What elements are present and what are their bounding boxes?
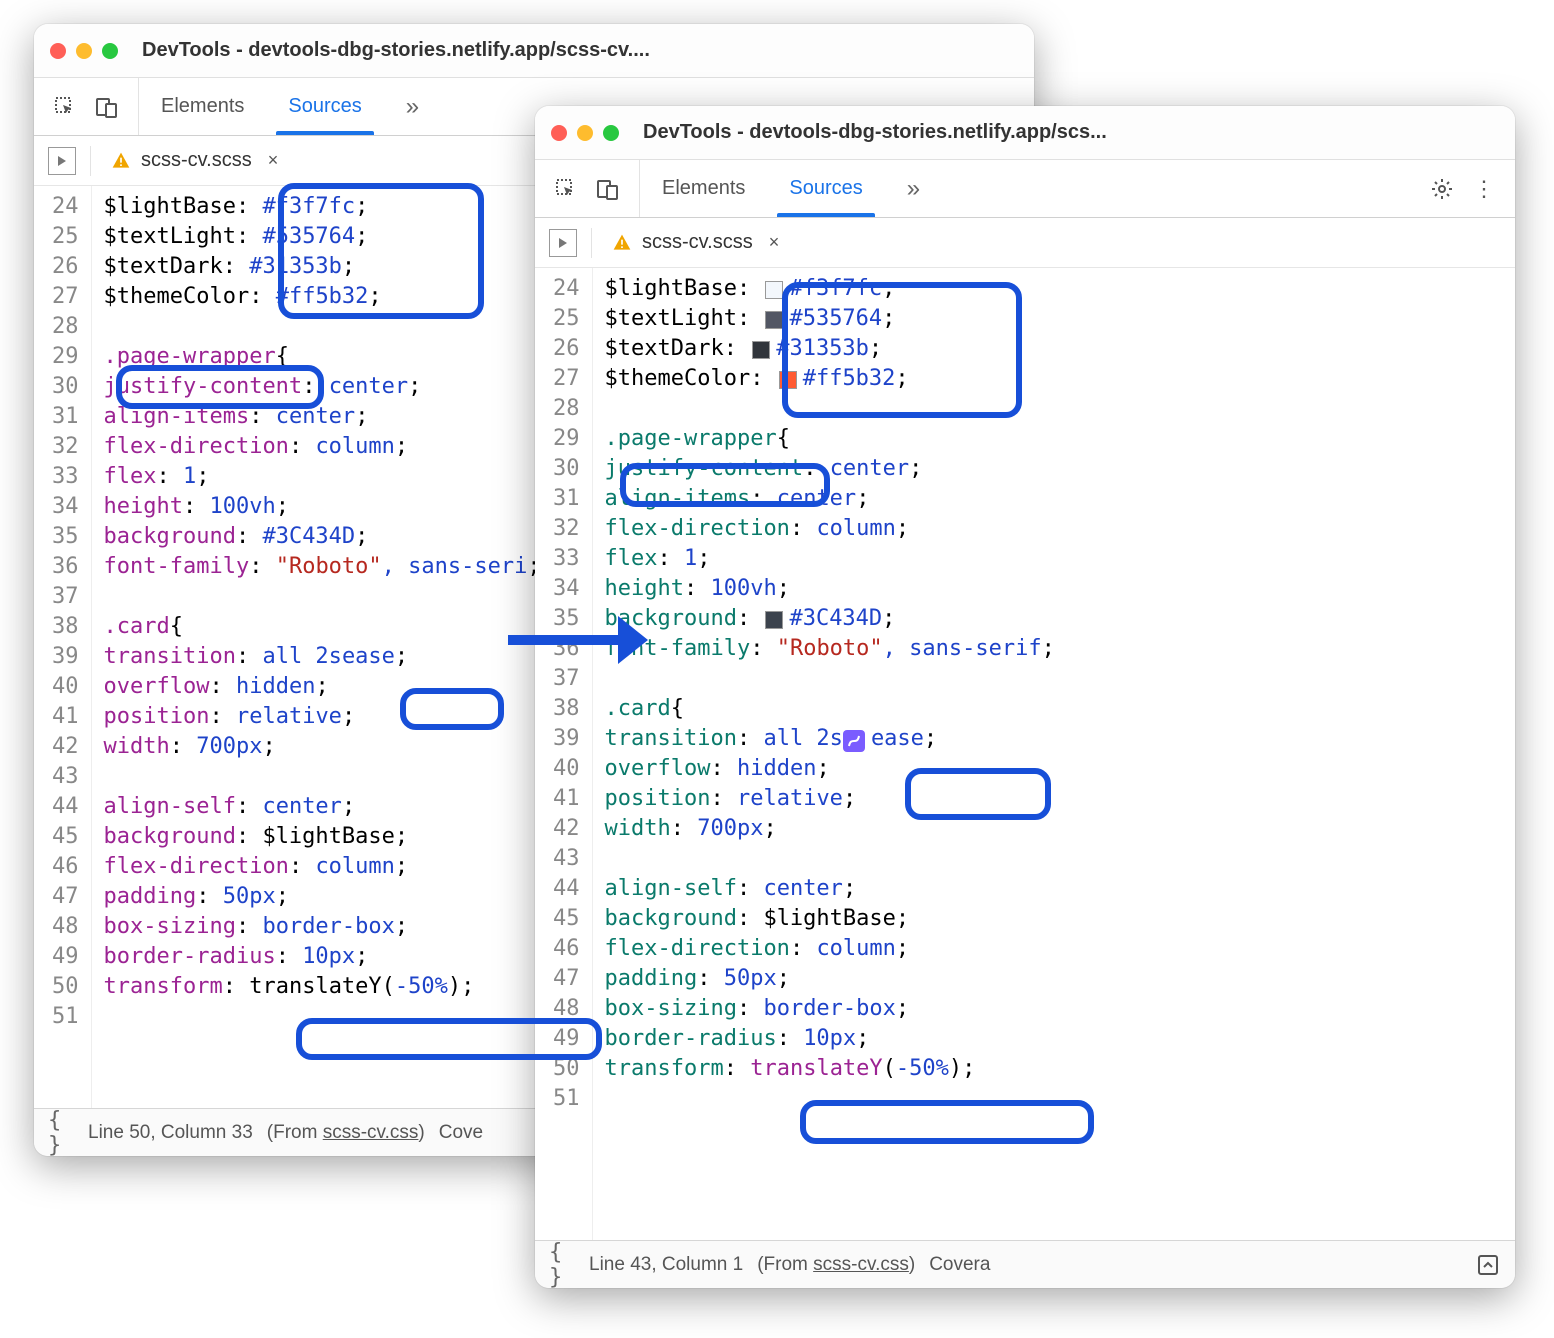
comparison-arrow-icon	[508, 625, 648, 655]
chevron-right-icon: »	[406, 93, 419, 121]
source-from: (From scss-cv.css)	[757, 1254, 915, 1276]
minimize-window-button[interactable]	[577, 125, 593, 141]
titlebar: DevTools - devtools-dbg-stories.netlify.…	[535, 106, 1515, 160]
chevron-right-icon: »	[907, 175, 920, 203]
tab-sources[interactable]: Sources	[266, 78, 383, 135]
tab-sources[interactable]: Sources	[767, 160, 884, 217]
cursor-position: Line 50, Column 33	[88, 1122, 253, 1144]
code-line[interactable]	[605, 1084, 1504, 1114]
code-line[interactable]: font-family: "Roboto", sans-serif;	[605, 634, 1504, 664]
pretty-print-icon[interactable]: { }	[549, 1252, 575, 1278]
device-toolbar-icon[interactable]	[595, 176, 621, 202]
code-line[interactable]: overflow: hidden;	[605, 754, 1504, 784]
line-gutter: 2425262728293031323334353637383940414243…	[34, 186, 92, 1108]
file-tab-scss-cv[interactable]: scss-cv.scss ×	[606, 227, 785, 258]
code-line[interactable]: $textLight: #535764;	[605, 304, 1504, 334]
main-toolbar: Elements Sources » ⋮	[535, 160, 1515, 218]
code-line[interactable]: align-items: center;	[605, 484, 1504, 514]
code-area[interactable]: $lightBase: #f3f7fc;$textLight: #535764;…	[593, 268, 1516, 1240]
code-line[interactable]	[605, 664, 1504, 694]
tab-more[interactable]: »	[384, 78, 441, 135]
sourcemap-link[interactable]: scss-cv.css	[813, 1254, 909, 1275]
window-title: DevTools - devtools-dbg-stories.netlify.…	[142, 39, 1018, 62]
warning-icon	[111, 151, 131, 171]
code-line[interactable]: transform: translateY(-50%);	[605, 1054, 1504, 1084]
close-tab-icon[interactable]: ×	[769, 232, 780, 253]
code-line[interactable]	[605, 394, 1504, 424]
devtools-window-right: DevTools - devtools-dbg-stories.netlify.…	[535, 106, 1515, 1288]
code-line[interactable]: height: 100vh;	[605, 574, 1504, 604]
tab-more[interactable]: »	[885, 160, 942, 217]
minimize-window-button[interactable]	[76, 43, 92, 59]
toggle-navigator-icon[interactable]	[48, 147, 76, 175]
code-line[interactable]: box-sizing: border-box;	[605, 994, 1504, 1024]
code-line[interactable]	[605, 844, 1504, 874]
statusbar: { } Line 43, Column 1 (From scss-cv.css)…	[535, 1240, 1515, 1288]
warning-icon	[612, 233, 632, 253]
maximize-window-button[interactable]	[102, 43, 118, 59]
code-line[interactable]: transition: all 2s ease;	[605, 724, 1504, 754]
tab-elements[interactable]: Elements	[640, 160, 767, 217]
code-line[interactable]: background: #3C434D;	[605, 604, 1504, 634]
close-window-button[interactable]	[551, 125, 567, 141]
settings-gear-icon[interactable]	[1429, 176, 1455, 202]
code-line[interactable]: $lightBase: #f3f7fc;	[605, 274, 1504, 304]
titlebar: DevTools - devtools-dbg-stories.netlify.…	[34, 24, 1034, 78]
code-line[interactable]: $themeColor: #ff5b32;	[605, 364, 1504, 394]
device-toolbar-icon[interactable]	[94, 94, 120, 120]
kebab-menu-icon[interactable]: ⋮	[1471, 176, 1497, 202]
close-tab-icon[interactable]: ×	[268, 150, 279, 171]
file-tab-scss-cv[interactable]: scss-cv.scss ×	[105, 145, 284, 176]
toggle-navigator-icon[interactable]	[549, 229, 577, 257]
code-line[interactable]: align-self: center;	[605, 874, 1504, 904]
code-line[interactable]: border-radius: 10px;	[605, 1024, 1504, 1054]
code-line[interactable]: $textDark: #31353b;	[605, 334, 1504, 364]
code-line[interactable]: width: 700px;	[605, 814, 1504, 844]
code-line[interactable]: background: $lightBase;	[605, 904, 1504, 934]
line-gutter: 2425262728293031323334353637383940414243…	[535, 268, 593, 1240]
code-line[interactable]: justify-content: center;	[605, 454, 1504, 484]
traffic-lights	[551, 125, 619, 141]
sourcemap-link[interactable]: scss-cv.css	[323, 1122, 419, 1143]
pretty-print-icon[interactable]: { }	[48, 1120, 74, 1146]
code-line[interactable]: position: relative;	[605, 784, 1504, 814]
code-editor[interactable]: 2425262728293031323334353637383940414243…	[535, 268, 1515, 1240]
window-title: DevTools - devtools-dbg-stories.netlify.…	[643, 121, 1499, 144]
tab-elements[interactable]: Elements	[139, 78, 266, 135]
code-line[interactable]: flex-direction: column;	[605, 934, 1504, 964]
coverage-label[interactable]: Cove	[439, 1122, 483, 1144]
collapse-panel-icon[interactable]	[1475, 1252, 1501, 1278]
code-line[interactable]: flex-direction: column;	[605, 514, 1504, 544]
inspect-element-icon[interactable]	[553, 176, 579, 202]
traffic-lights	[50, 43, 118, 59]
close-window-button[interactable]	[50, 43, 66, 59]
file-tab-label: scss-cv.scss	[642, 231, 753, 254]
file-tab-label: scss-cv.scss	[141, 149, 252, 172]
code-line[interactable]: .page-wrapper {	[605, 424, 1504, 454]
inspect-element-icon[interactable]	[52, 94, 78, 120]
code-line[interactable]: flex: 1;	[605, 544, 1504, 574]
cursor-position: Line 43, Column 1	[589, 1254, 743, 1276]
file-tabstrip: scss-cv.scss ×	[535, 218, 1515, 268]
code-line[interactable]: .card {	[605, 694, 1504, 724]
source-from: (From scss-cv.css)	[267, 1122, 425, 1144]
maximize-window-button[interactable]	[603, 125, 619, 141]
coverage-label[interactable]: Covera	[929, 1254, 990, 1276]
code-line[interactable]: padding: 50px;	[605, 964, 1504, 994]
